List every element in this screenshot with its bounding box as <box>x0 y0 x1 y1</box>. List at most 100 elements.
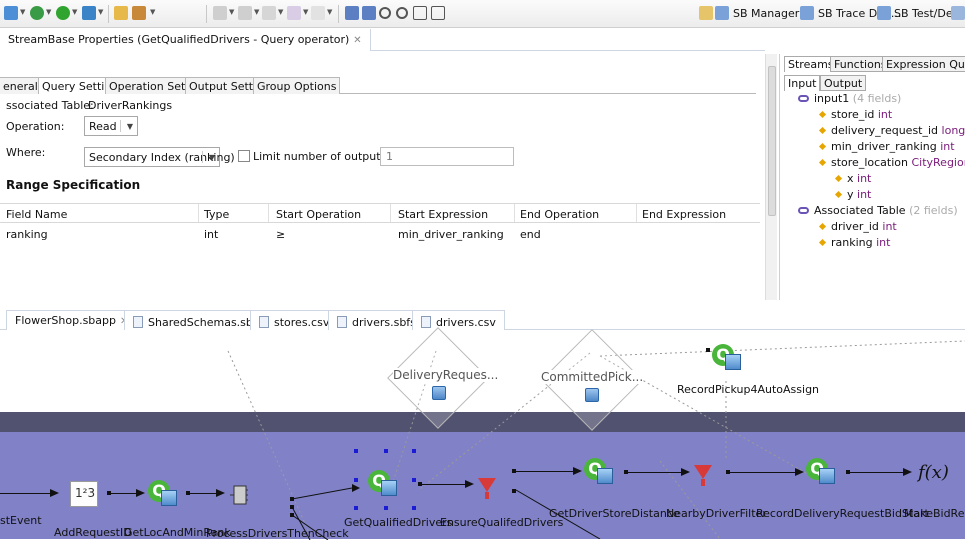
tree-field-store-location[interactable]: store_location CityRegion <box>818 156 965 169</box>
query-operator-icon[interactable]: Q <box>148 480 178 510</box>
external-tools-icon[interactable] <box>82 6 96 20</box>
sb-trace-icon[interactable] <box>800 6 814 20</box>
selection-handle[interactable] <box>354 449 358 453</box>
tree-field-ranking[interactable]: ranking int <box>818 236 890 249</box>
open-perspective-icon[interactable] <box>699 6 713 20</box>
layout-icon[interactable] <box>345 6 359 20</box>
col-end-expression[interactable]: End Expression <box>642 208 726 221</box>
tree-field-delivery-request-id[interactable]: delivery_request_id long <box>818 124 965 137</box>
function-icon[interactable]: f(x) <box>918 462 949 483</box>
node-st-event[interactable]: stEvent <box>0 514 42 527</box>
node-add-request-id[interactable]: AddRequestID <box>54 526 132 539</box>
properties-view-tab[interactable]: StreamBase Properties (GetQualifiedDrive… <box>0 29 371 51</box>
new-app-icon[interactable] <box>4 6 18 20</box>
node-record-delivery-request-bid-start[interactable]: RecordDeliveryRequestBidStart <box>756 507 929 520</box>
node-ensure-qualifed-drivers[interactable]: EnsureQualifedDrivers <box>440 516 563 529</box>
query-operator-icon[interactable]: Q <box>806 458 836 488</box>
tree-stream-associated-table[interactable]: Associated Table (2 fields) <box>798 204 958 217</box>
cell-start-operation[interactable]: ≥ <box>276 228 285 241</box>
cell-start-expression[interactable]: min_driver_ranking <box>398 228 504 241</box>
cell-field-name[interactable]: ranking <box>6 228 48 241</box>
query-operator-icon[interactable]: Q <box>584 458 614 488</box>
chevron-down-icon[interactable]: ▼ <box>46 8 51 16</box>
selection-handle[interactable] <box>354 506 358 510</box>
filter-icon[interactable] <box>694 465 712 479</box>
col-end-operation[interactable]: End Operation <box>520 208 599 221</box>
node-record-pickup-auto-assign[interactable]: RecordPickup4AutoAssign <box>677 383 819 396</box>
align-icon[interactable] <box>362 6 376 20</box>
selection-handle[interactable] <box>412 506 416 510</box>
editor-tab-stores-csv[interactable]: stores.csv <box>250 310 339 330</box>
zoom-out-icon[interactable] <box>396 7 408 19</box>
open-folder-icon[interactable] <box>114 6 128 20</box>
node-get-qualified-drivers[interactable]: GetQualifiedDrivers <box>344 516 452 529</box>
chevron-down-icon[interactable]: ▼ <box>303 8 308 16</box>
col-type[interactable]: Type <box>204 208 229 221</box>
datastore-committed-pickups-label[interactable]: CommittedPick... <box>541 370 644 384</box>
node-make-bid-request[interactable]: MakeBidReque <box>904 507 965 520</box>
back-arrow-icon[interactable] <box>287 6 301 20</box>
prev-annotation-icon[interactable] <box>238 6 252 20</box>
chevron-down-icon[interactable]: ▼ <box>127 122 133 131</box>
selection-handle[interactable] <box>354 478 358 482</box>
tree-field-min-driver-ranking[interactable]: min_driver_ranking int <box>818 140 955 153</box>
tab-expression-quickref[interactable]: Expression QuickRef <box>882 56 965 72</box>
pencil-icon[interactable] <box>132 6 146 20</box>
chevron-down-icon[interactable]: ▼ <box>229 8 234 16</box>
fit-to-window-icon[interactable] <box>413 6 427 20</box>
chevron-down-icon[interactable]: ▼ <box>72 8 77 16</box>
operation-select[interactable]: Read ▼ <box>84 116 138 136</box>
forward-arrow-icon[interactable] <box>311 6 325 20</box>
tree-field-store-id[interactable]: store_id int <box>818 108 892 121</box>
last-edit-icon[interactable] <box>262 6 276 20</box>
tab-group-options[interactable]: Group Options <box>253 77 341 94</box>
split-operator-icon[interactable]: 1 2 3 <box>230 482 248 508</box>
chevron-down-icon[interactable]: ▼ <box>327 8 332 16</box>
col-start-operation[interactable]: Start Operation <box>276 208 361 221</box>
col-field-name[interactable]: Field Name <box>6 208 67 221</box>
tab-input[interactable]: Input <box>784 75 821 91</box>
zoom-in-icon[interactable] <box>379 7 391 19</box>
node-get-driver-store-distance[interactable]: GetDriverStoreDistance <box>549 507 680 520</box>
query-operator-icon[interactable]: Q <box>368 470 398 500</box>
selection-handle[interactable] <box>384 506 388 510</box>
selection-handle[interactable] <box>412 449 416 453</box>
col-start-expression[interactable]: Start Expression <box>398 208 488 221</box>
next-annotation-icon[interactable] <box>213 6 227 20</box>
selection-handle[interactable] <box>412 478 416 482</box>
chevron-down-icon[interactable]: ▼ <box>20 8 25 16</box>
chevron-down-icon[interactable]: ▼ <box>254 8 259 16</box>
sb-test-debug-icon[interactable] <box>877 6 891 20</box>
node-nearby-driver-filter[interactable]: NearbyDriverFilter <box>666 507 767 520</box>
editor-tab-drivers-csv[interactable]: drivers.csv <box>412 310 505 330</box>
cell-type[interactable]: int <box>204 228 218 241</box>
selection-handle[interactable] <box>384 449 388 453</box>
more-perspectives-icon[interactable] <box>951 6 965 20</box>
sequence-operator-icon[interactable]: 1²3 <box>70 481 98 507</box>
filter-icon[interactable] <box>478 478 496 492</box>
tree-subfield-y[interactable]: y int <box>834 188 871 201</box>
tab-output[interactable]: Output <box>820 75 867 91</box>
chevron-down-icon[interactable]: ▼ <box>209 153 215 162</box>
limit-rows-input[interactable]: 1 <box>380 147 514 166</box>
debug-icon[interactable] <box>30 6 44 20</box>
where-select[interactable]: Secondary Index (ranking) ▼ <box>84 147 235 167</box>
properties-scrollbar[interactable] <box>765 54 777 300</box>
run-icon[interactable] <box>56 6 70 20</box>
tree-stream-input1[interactable]: input1 (4 fields) <box>798 92 901 105</box>
tree-subfield-x[interactable]: x int <box>834 172 871 185</box>
close-icon[interactable]: ✕ <box>353 35 361 46</box>
chevron-down-icon[interactable]: ▼ <box>98 8 103 16</box>
editor-tab-flowershop[interactable]: FlowerShop.sbapp✕ <box>6 310 138 330</box>
datastore-delivery-requests-label[interactable]: DeliveryReques... <box>393 368 499 382</box>
limit-rows-checkbox[interactable] <box>238 150 250 162</box>
chevron-down-icon[interactable]: ▼ <box>150 8 155 16</box>
perspective-sb-manager[interactable]: SB Manager <box>733 7 799 20</box>
checkbox-tool-icon[interactable] <box>431 6 445 20</box>
sb-manager-icon[interactable] <box>715 6 729 20</box>
query-operator-icon[interactable]: Q <box>712 344 742 374</box>
tab-general[interactable]: eneral <box>0 77 42 94</box>
chevron-down-icon[interactable]: ▼ <box>278 8 283 16</box>
editor-tab-drivers-sbfs[interactable]: drivers.sbfs <box>328 310 425 330</box>
scrollbar-thumb[interactable] <box>768 66 776 216</box>
